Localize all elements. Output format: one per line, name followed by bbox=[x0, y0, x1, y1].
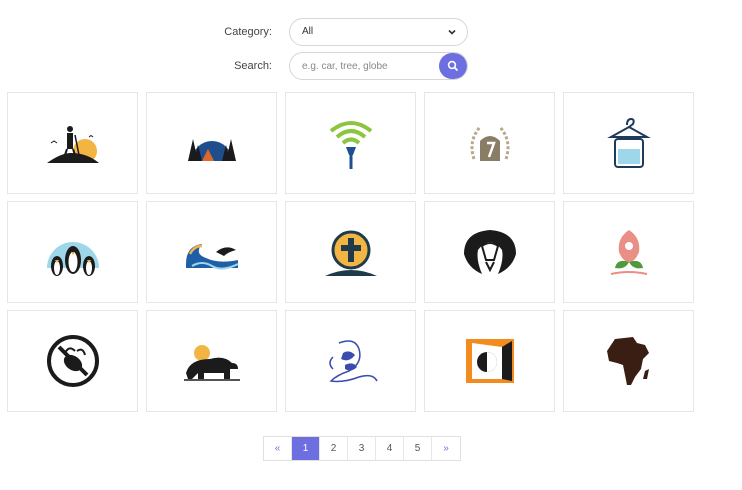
pagination-next[interactable]: » bbox=[432, 437, 460, 460]
search-row: Search: bbox=[0, 52, 742, 80]
chevron-down-icon bbox=[448, 29, 456, 35]
search-input[interactable] bbox=[290, 53, 440, 79]
logo-tile-fish[interactable] bbox=[285, 310, 416, 412]
line-fish-icon bbox=[328, 340, 378, 383]
laurel-number-seven-icon bbox=[470, 126, 509, 161]
pagination: « 1 2 3 4 5 » bbox=[263, 436, 461, 461]
no-bee-icon bbox=[46, 335, 99, 387]
logo-tile-hiker[interactable] bbox=[7, 92, 138, 194]
bear-sun-icon bbox=[183, 345, 240, 381]
pagination-page-5[interactable]: 5 bbox=[404, 437, 432, 460]
logo-tile-no-bee[interactable] bbox=[7, 310, 138, 412]
category-label: Category: bbox=[224, 26, 272, 38]
logo-tile-hanger[interactable] bbox=[563, 92, 694, 194]
search-button[interactable] bbox=[439, 53, 467, 79]
pagination-page-4[interactable]: 4 bbox=[376, 437, 404, 460]
penguins-icon bbox=[46, 242, 99, 276]
search-icon bbox=[447, 60, 459, 72]
pagination-prev[interactable]: « bbox=[264, 437, 292, 460]
forest-night-icon bbox=[187, 139, 236, 161]
logo-tile-wave[interactable] bbox=[146, 201, 277, 303]
pagination-page-1[interactable]: 1 bbox=[292, 437, 320, 460]
search-label: Search: bbox=[234, 60, 272, 72]
africa-map-icon bbox=[606, 337, 649, 385]
hiker-on-hill-icon bbox=[46, 126, 99, 163]
logo-tile-cobra[interactable] bbox=[424, 201, 555, 303]
category-select[interactable]: All bbox=[289, 18, 468, 46]
cobra-head-icon bbox=[463, 230, 516, 274]
hanger-jar-icon bbox=[606, 117, 651, 168]
category-row: Category: All bbox=[0, 18, 742, 46]
pagination-page-3[interactable]: 3 bbox=[348, 437, 376, 460]
logo-tile-flower[interactable] bbox=[563, 201, 694, 303]
wave-dolphin-icon bbox=[185, 244, 238, 270]
door-half-circle-icon bbox=[465, 339, 514, 383]
logo-tile-church[interactable] bbox=[285, 201, 416, 303]
logo-tile-penguins[interactable] bbox=[7, 201, 138, 303]
logo-tile-bear[interactable] bbox=[146, 310, 277, 412]
logo-tile-wifi[interactable] bbox=[285, 92, 416, 194]
category-select-value: All bbox=[302, 26, 314, 37]
wifi-torch-icon bbox=[329, 121, 372, 169]
logo-tile-door[interactable] bbox=[424, 310, 555, 412]
church-cross-icon bbox=[324, 230, 377, 276]
logo-tile-africa[interactable] bbox=[563, 310, 694, 412]
flower-bud-icon bbox=[610, 230, 647, 275]
search-box bbox=[289, 52, 468, 80]
logo-tile-laurel[interactable] bbox=[424, 92, 555, 194]
pagination-page-2[interactable]: 2 bbox=[320, 437, 348, 460]
logo-tile-forest[interactable] bbox=[146, 92, 277, 194]
